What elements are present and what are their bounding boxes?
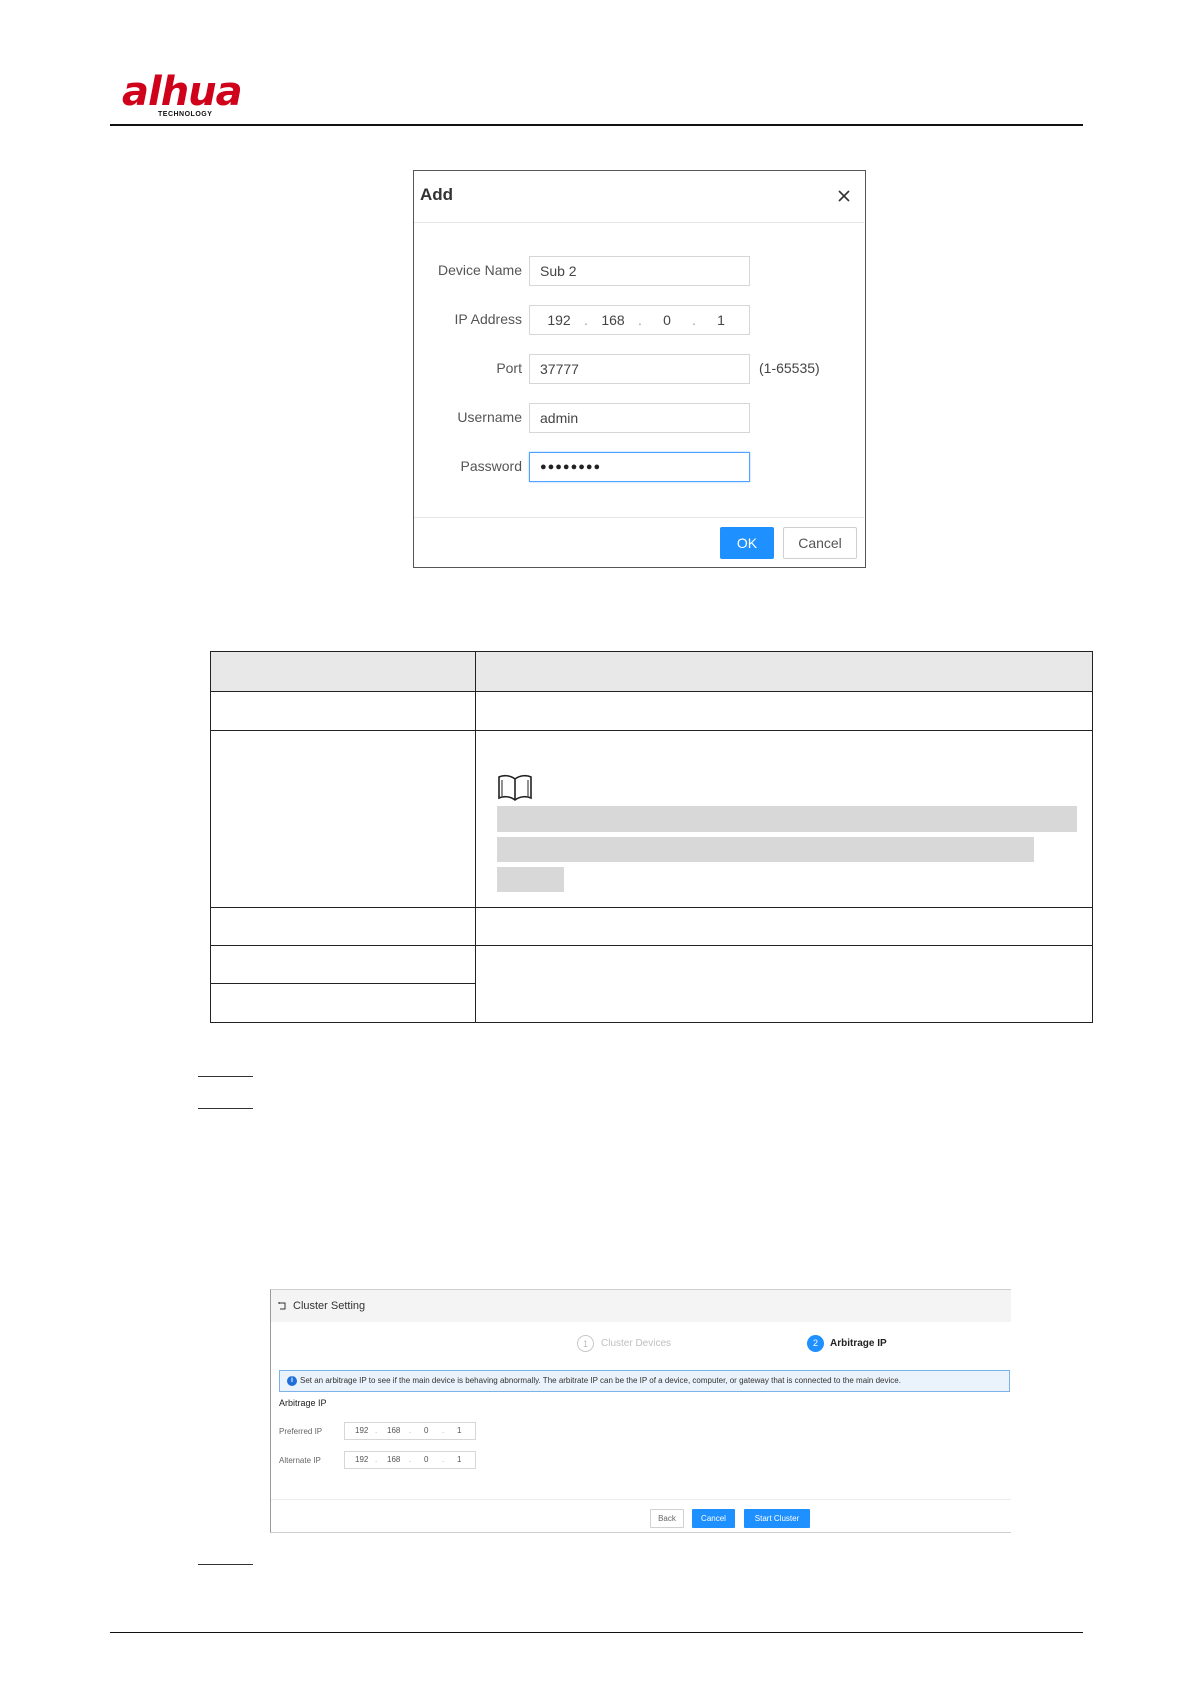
dialog-title: Add [420,185,454,204]
logo-text: alhua [122,69,243,115]
header-rule [110,124,1083,126]
close-icon[interactable] [836,188,852,204]
ip-address-label: IP Address [454,311,522,327]
info-banner: i Set an arbitrage IP to see if the main… [279,1370,1010,1392]
footer-divider [271,1499,1011,1500]
password-field[interactable]: ●●●●●●●● [529,452,750,482]
ip-octet-2[interactable]: 168 [387,1452,400,1468]
table-border [210,1022,1093,1023]
alternate-ip-label: Alternate IP [279,1456,321,1465]
ip-octet-3[interactable]: 0 [424,1423,428,1439]
step-marker [198,1564,253,1565]
table-row-divider [210,691,1093,692]
redacted-note-line [497,867,564,892]
ip-dot: . [442,1455,445,1464]
cluster-setting-panel: Cluster Setting 1 Cluster Devices 2 Arbi… [270,1289,1011,1533]
ip-address-field[interactable]: 192. 168. 0. 1 [529,305,750,335]
info-icon: i [287,1376,297,1386]
password-label: Password [460,458,522,474]
ip-octet-3[interactable]: 0 [640,306,694,334]
arbitrage-ip-section-label: Arbitrage IP [279,1398,327,1408]
info-text: Set an arbitrage IP to see if the main d… [300,1376,901,1385]
redacted-note-line [497,837,1034,862]
logo-subtitle: TECHNOLOGY [158,111,213,118]
port-field[interactable]: 37777 [529,354,750,384]
parameter-table [210,651,1093,1023]
step2-label[interactable]: Arbitrage IP [830,1338,887,1349]
table-border [1092,651,1093,1023]
ip-octet-4[interactable]: 1 [457,1452,461,1468]
redacted-note-line [497,806,1077,832]
table-row-divider [210,907,1093,908]
table-border [210,651,211,1023]
ip-octet-4[interactable]: 1 [457,1423,461,1439]
start-cluster-button[interactable]: Start Cluster [744,1509,810,1528]
username-label: Username [457,409,522,425]
ip-octet-1[interactable]: 192 [355,1452,368,1468]
table-border [210,651,1093,652]
alternate-ip-field[interactable]: 192 . 168 . 0 . 1 [344,1451,476,1469]
table-row-divider [210,983,476,984]
ok-button[interactable]: OK [720,527,774,559]
ip-octet-3[interactable]: 0 [424,1452,428,1468]
step1-label[interactable]: Cluster Devices [601,1338,671,1349]
ip-octet-4[interactable]: 1 [694,306,748,334]
port-label: Port [496,360,522,376]
back-button[interactable]: Back [650,1509,684,1528]
preferred-ip-field[interactable]: 192 . 168 . 0 . 1 [344,1422,476,1440]
preferred-ip-label: Preferred IP [279,1427,323,1436]
add-device-dialog: Add Device Name Sub 2 IP Address 192. 168… [413,170,866,568]
cancel-button[interactable]: Cancel [783,527,857,559]
device-name-label: Device Name [437,262,522,278]
table-header-row [210,651,1093,691]
dialog-footer-divider [414,517,864,518]
cluster-setting-header [271,1290,1011,1322]
ip-octet-2[interactable]: 168 [387,1423,400,1439]
dialog-header-divider [414,222,864,223]
ip-octet-1[interactable]: 192 [532,306,586,334]
step-marker [198,1108,253,1109]
ip-octet-1[interactable]: 192 [355,1423,368,1439]
note-book-icon [498,774,532,802]
device-name-field[interactable]: Sub 2 [529,256,750,286]
table-column-divider [475,651,476,1023]
ip-dot: . [375,1455,378,1464]
cancel-button[interactable]: Cancel [692,1509,735,1528]
ip-dot: . [409,1455,412,1464]
username-field[interactable]: admin [529,403,750,433]
port-range-hint: (1-65535) [759,360,820,376]
ip-dot: . [442,1426,445,1435]
ip-dot: . [409,1426,412,1435]
table-row-divider [210,730,1093,731]
dahua-logo: alhua TECHNOLOGY [122,70,262,122]
footer-rule [110,1632,1083,1633]
table-row-divider [210,945,1093,946]
cluster-setting-title: Cluster Setting [293,1300,366,1312]
ip-dot: . [375,1426,378,1435]
step-marker [198,1076,253,1077]
back-arrow-icon[interactable] [277,1301,287,1311]
step2-number: 2 [807,1335,824,1352]
ip-octet-2[interactable]: 168 [586,306,640,334]
step1-number: 1 [577,1335,594,1352]
